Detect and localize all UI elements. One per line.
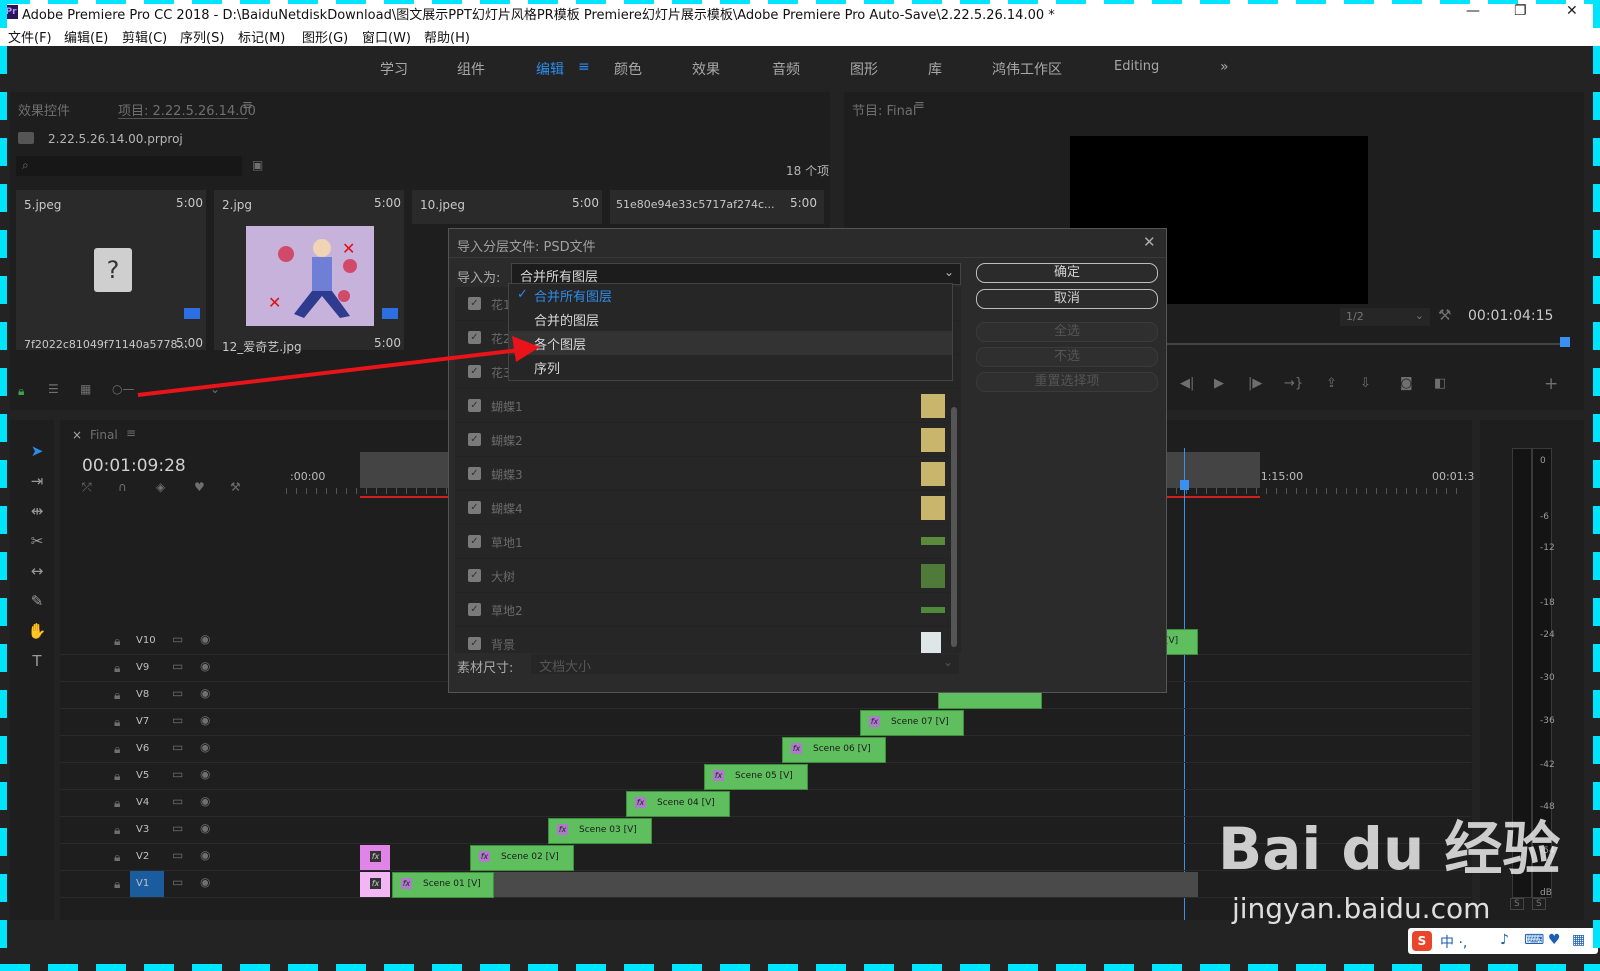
ime-status: 中 ·,	[1440, 935, 1468, 951]
toolbox-icon[interactable]: ▦	[1572, 932, 1585, 948]
watermark-brand: Bai du 经验	[1218, 815, 1561, 883]
ime-toolbar[interactable]: S 中 ·, ♪ ⌨ ♥ ▦	[1408, 928, 1598, 954]
skin-icon[interactable]: ♥	[1548, 932, 1561, 948]
dashed-border	[0, 964, 1600, 971]
dashed-border	[1593, 0, 1600, 971]
microphone-icon[interactable]: ♪	[1500, 932, 1509, 948]
keyboard-icon[interactable]: ⌨	[1524, 932, 1544, 948]
dashed-border	[0, 0, 7, 971]
sogou-logo-icon: S	[1412, 931, 1432, 951]
watermark-url: jingyan.baidu.com	[1232, 892, 1491, 925]
baidu-watermark: Bai du 经验 jingyan.baidu.com	[1218, 800, 1560, 930]
dashed-border	[0, 0, 1600, 4]
